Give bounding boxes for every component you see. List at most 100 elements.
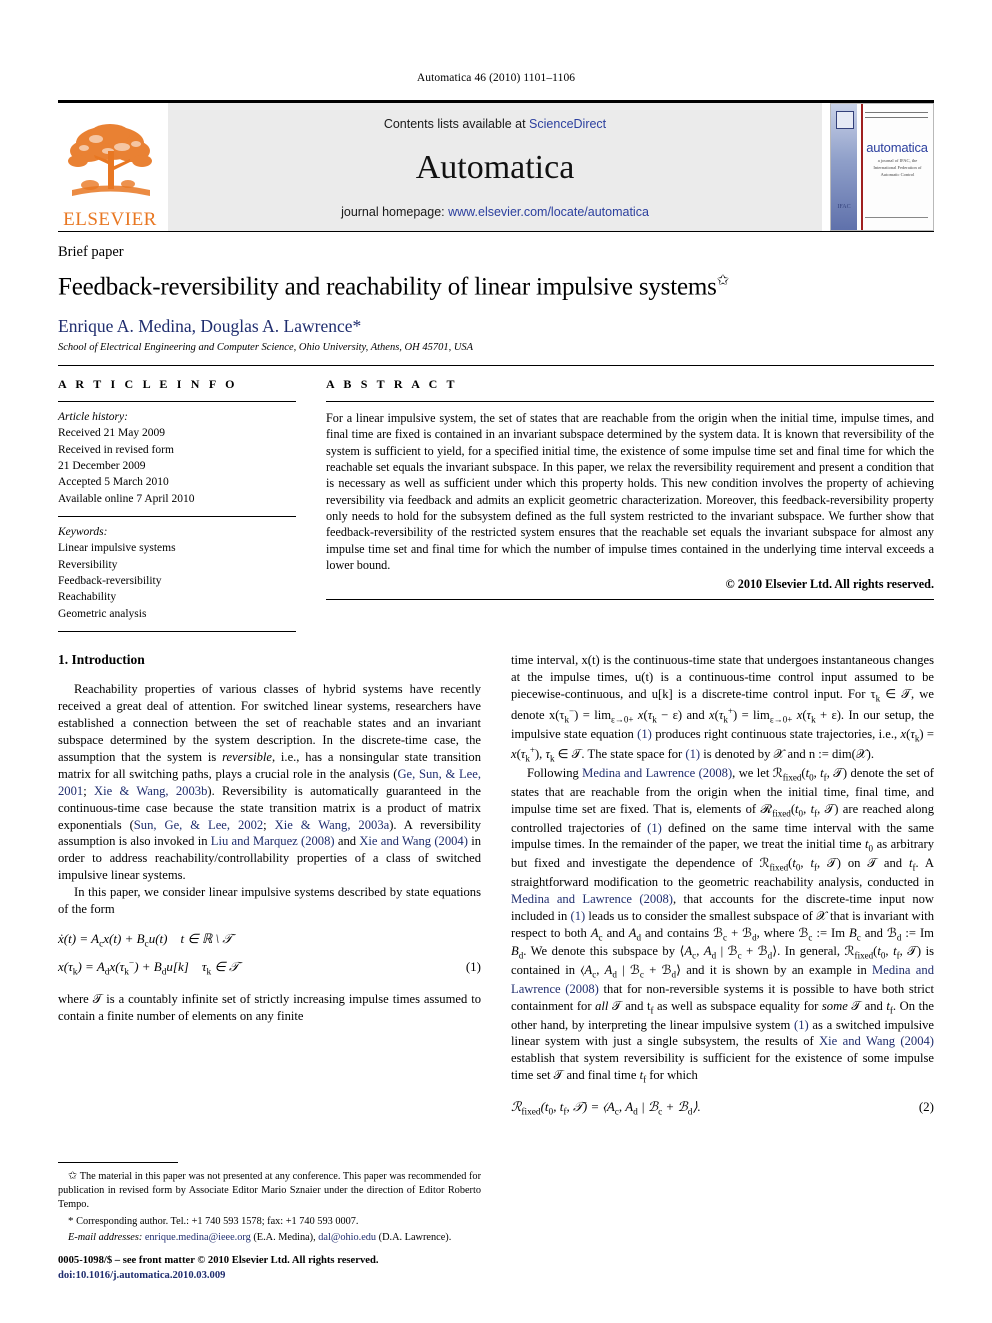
history-item: Accepted 5 March 2010 (58, 476, 169, 489)
keywords-label: Keywords: (58, 526, 108, 539)
imprint-block: 0005-1098/$ – see front matter © 2010 El… (58, 1254, 481, 1284)
paragraph-intro-2: In this paper, we consider linear impuls… (58, 885, 481, 917)
cover-bottom-rule (865, 217, 928, 221)
footnote-text: The material in this paper was not prese… (58, 1171, 482, 1211)
info-rule-bottom (58, 631, 296, 633)
email-owner: (E.A. Medina), (250, 1232, 319, 1244)
citation-year[interactable]: (2008) (565, 982, 599, 996)
email-link-medina[interactable]: enrique.medina@ieee.org (145, 1232, 251, 1243)
running-head: Automatica 46 (2010) 1101–1106 (416, 72, 576, 84)
history-item: Received in revised form (58, 443, 174, 456)
cover-publisher-mark (836, 111, 854, 129)
cite-sep: ; (83, 783, 94, 798)
equation-1-line-1: ẋ(t) = Acx(t) + Bcu(t) t ∈ ℝ \ 𝒯 (58, 931, 233, 950)
citation-link[interactable]: Medina and Lawrence (511, 892, 632, 906)
citation-link[interactable]: Sun, Ge, & Lee, 2002 (134, 818, 263, 832)
citation-link[interactable]: Xie and Wang (2004) (359, 834, 468, 848)
para-text: and (334, 834, 360, 849)
equation-1-line-2: x(τk) = Adx(τk−) + Bdu[k] τk ∈ 𝒯 (1) (58, 955, 481, 982)
title-block: Brief paper Feedback-reversibility and r… (58, 231, 934, 353)
cover-subtitle: a journal of IFAC, the International Fed… (873, 158, 922, 177)
citation-link[interactable]: Xie & Wang, 2003a (275, 818, 390, 832)
cover-top-bar (865, 112, 928, 118)
sciencedirect-link[interactable]: ScienceDirect (529, 117, 606, 131)
history-item: 21 December 2009 (58, 460, 146, 473)
citation-link[interactable]: Xie and Wang (2004) (819, 1034, 934, 1048)
equation-reference[interactable]: (1) (647, 821, 662, 835)
citation-year[interactable]: (2008) (639, 892, 673, 906)
cover-red-rule (861, 104, 863, 230)
footnote-text: Corresponding author. Tel.: +1 740 593 1… (76, 1216, 359, 1228)
paper-page: Automatica 46 (2010) 1101–1106 ELSEVIER … (0, 0, 992, 1323)
contents-available-line: Contents lists available at ScienceDirec… (384, 117, 606, 131)
equation-reference[interactable]: (1) (637, 727, 652, 741)
elsevier-logo: ELSEVIER (58, 103, 162, 231)
footnote-rule (58, 1162, 178, 1164)
abstract-copyright: © 2010 Elsevier Ltd. All rights reserved… (725, 576, 934, 591)
body-column-right: time interval, x(t) is the continuous-ti… (511, 652, 934, 1284)
abstract-heading: A B S T R A C T (326, 377, 458, 392)
body-columns: 1. Introduction Reachability properties … (58, 652, 934, 1284)
citation-link[interactable]: Liu and Marquez (2008) (211, 834, 335, 848)
article-info-column: A R T I C L E I N F O Article history: R… (58, 377, 296, 633)
para-text: 𝒯 and t (608, 998, 651, 1013)
title-footnote-marker: ✩ (716, 273, 730, 289)
footnote-marker: ✩ (68, 1170, 78, 1183)
paragraph-right-1: time interval, x(t) is the continuous-ti… (511, 653, 935, 764)
emph-reversible: reversible (222, 749, 272, 764)
para-text: Following (527, 766, 583, 781)
emph-all: all (595, 998, 609, 1013)
equation-1: ẋ(t) = Acx(t) + Bcu(t) t ∈ ℝ \ 𝒯 x(τk) =… (58, 927, 481, 982)
equation-reference[interactable]: (1) (685, 747, 700, 761)
citation-link[interactable]: Xie & Wang, 2003b (94, 784, 207, 798)
journal-cover-thumbnail: automatica a journal of IFAC, the Intern… (830, 103, 934, 231)
elsevier-wordmark: ELSEVIER (63, 209, 157, 230)
para-text: , we let ℛ (732, 766, 783, 781)
keyword-item: Linear impulsive systems (58, 542, 176, 555)
article-info-heading: A R T I C L E I N F O (58, 377, 238, 392)
cover-title: automatica (866, 140, 928, 155)
contents-prefix: Contents lists available at (383, 117, 530, 131)
equation-2-number: (2) (918, 1099, 934, 1115)
email-owner: (D.A. Lawrence). (376, 1232, 452, 1244)
masthead-center: Contents lists available at ScienceDirec… (168, 103, 822, 231)
author-list[interactable]: Enrique A. Medina, Douglas A. Lawrence* (58, 316, 934, 337)
paragraph-intro-1: Reachability properties of various class… (58, 681, 481, 884)
article-type-label: Brief paper (58, 244, 124, 260)
footnote-marker: * (68, 1215, 74, 1228)
equation-2: ℛfixed(t0, tf, 𝒯) = ⟨Ac, Ad | ℬc + ℬd⟩. … (511, 1095, 934, 1122)
equation-2-line-1: ℛfixed(t0, tf, 𝒯) = ⟨Ac, Ad | ℬc + ℬd⟩. … (511, 1095, 934, 1122)
keyword-item: Reachability (58, 591, 117, 604)
footnote-emails: E-mail addresses: enrique.medina@ieee.or… (58, 1231, 481, 1245)
history-item: Received 21 May 2009 (58, 427, 165, 440)
equation-reference[interactable]: (1) (571, 909, 586, 923)
paragraph-right-2: Following Medina and Lawrence (2008), we… (511, 766, 935, 1085)
section-heading-introduction: 1. Introduction (58, 652, 145, 668)
paragraph-intro-3: where 𝒯 is a countably infinite set of s… (58, 991, 481, 1023)
cite-sep: ; (263, 817, 275, 832)
keyword-item: Feedback-reversibility (58, 575, 162, 588)
footnote-region: ✩ The material in this paper was not pre… (58, 1162, 481, 1284)
abstract-text: For a linear impulsive system, the set o… (326, 411, 934, 573)
email-label: E-mail addresses: (68, 1232, 143, 1244)
journal-title: Automatica (415, 149, 575, 186)
journal-masthead: ELSEVIER Contents lists available at Sci… (58, 100, 934, 231)
equation-1-number: (1) (465, 958, 481, 974)
email-link-lawrence[interactable]: dal@ohio.edu (318, 1232, 376, 1243)
ifac-logo-icon: IFAC (837, 204, 851, 210)
citation-year[interactable]: (2008) (695, 766, 733, 780)
keyword-item: Geometric analysis (58, 607, 147, 620)
homepage-prefix: journal homepage: (341, 205, 449, 219)
history-label: Article history: (58, 411, 128, 424)
doi-link[interactable]: doi:10.1016/j.automatica.2010.03.009 (58, 1269, 481, 1284)
journal-homepage-link[interactable]: www.elsevier.com/locate/automatica (448, 205, 649, 219)
footnote-corresponding-author: * Corresponding author. Tel.: +1 740 593… (58, 1214, 481, 1229)
affiliation: School of Electrical Engineering and Com… (58, 342, 474, 354)
paper-title-text: Feedback-reversibility and reachability … (58, 273, 717, 301)
history-item: Available online 7 April 2010 (58, 492, 195, 505)
abstract-column: A B S T R A C T For a linear impulsive s… (326, 377, 934, 632)
info-abstract-region: A R T I C L E I N F O Article history: R… (58, 365, 934, 633)
keywords-group: Keywords: Linear impulsive systems Rever… (58, 517, 296, 631)
equation-reference[interactable]: (1) (794, 1018, 809, 1032)
citation-link[interactable]: Medina and Lawrence (582, 766, 695, 780)
